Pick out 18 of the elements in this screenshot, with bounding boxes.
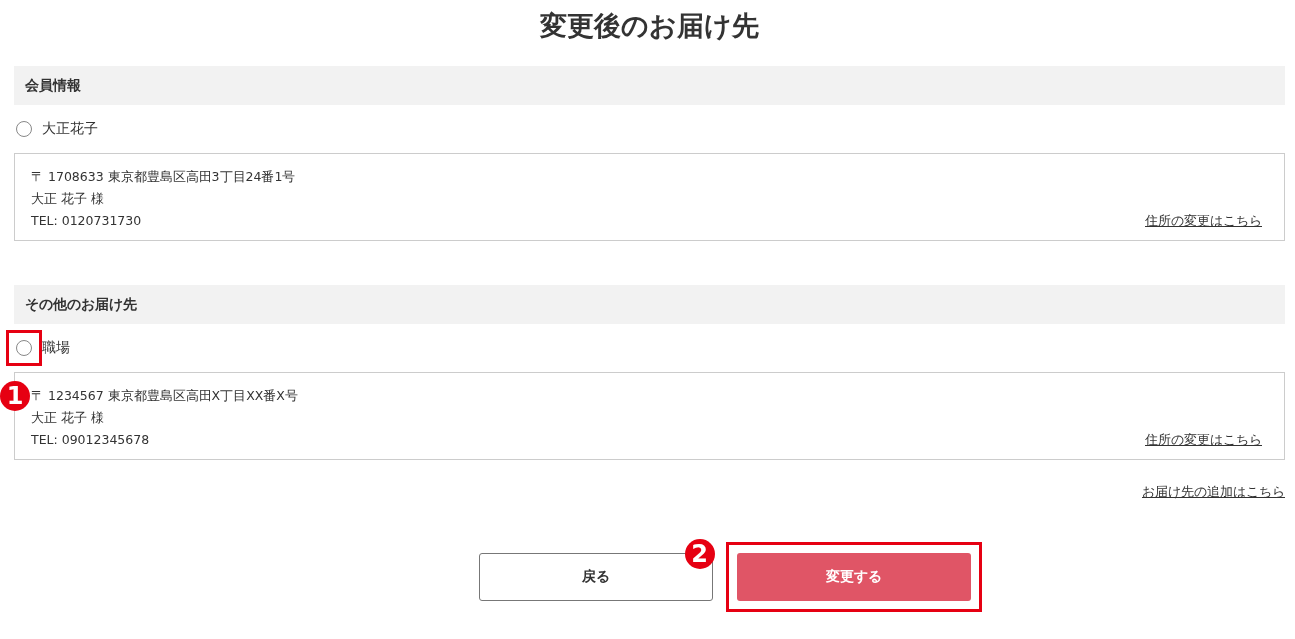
recipient-name: 大正 花子 様: [31, 190, 105, 208]
step-badge: 2: [684, 539, 715, 569]
page-title: 変更後のお届け先: [539, 9, 760, 43]
recipient-name: 大正 花子 様: [31, 409, 105, 427]
change-address-link[interactable]: 住所の変更はこちら: [1145, 432, 1262, 449]
address-name: 大正花子: [42, 120, 98, 138]
phone-number: TEL: 0120731730: [31, 212, 143, 230]
step-badge: 1: [0, 381, 30, 411]
change-address-link[interactable]: 住所の変更はこちら: [1145, 213, 1262, 230]
phone-number: TEL: 09012345678: [31, 431, 151, 449]
postal-address: 〒 1708633 東京都豊島区高田3丁目24番1号: [31, 168, 296, 186]
section-header: その他のお届け先: [14, 285, 1285, 324]
section-header: 会員情報: [14, 66, 1285, 105]
address-name: 職場: [42, 339, 70, 357]
postal-address: 〒 1234567 東京都豊島区高田X丁目XX番X号: [31, 387, 298, 405]
add-address-link[interactable]: お届け先の追加はこちら: [1142, 484, 1285, 501]
submit-button[interactable]: 変更する: [736, 553, 971, 601]
radio-button[interactable]: [16, 121, 32, 137]
